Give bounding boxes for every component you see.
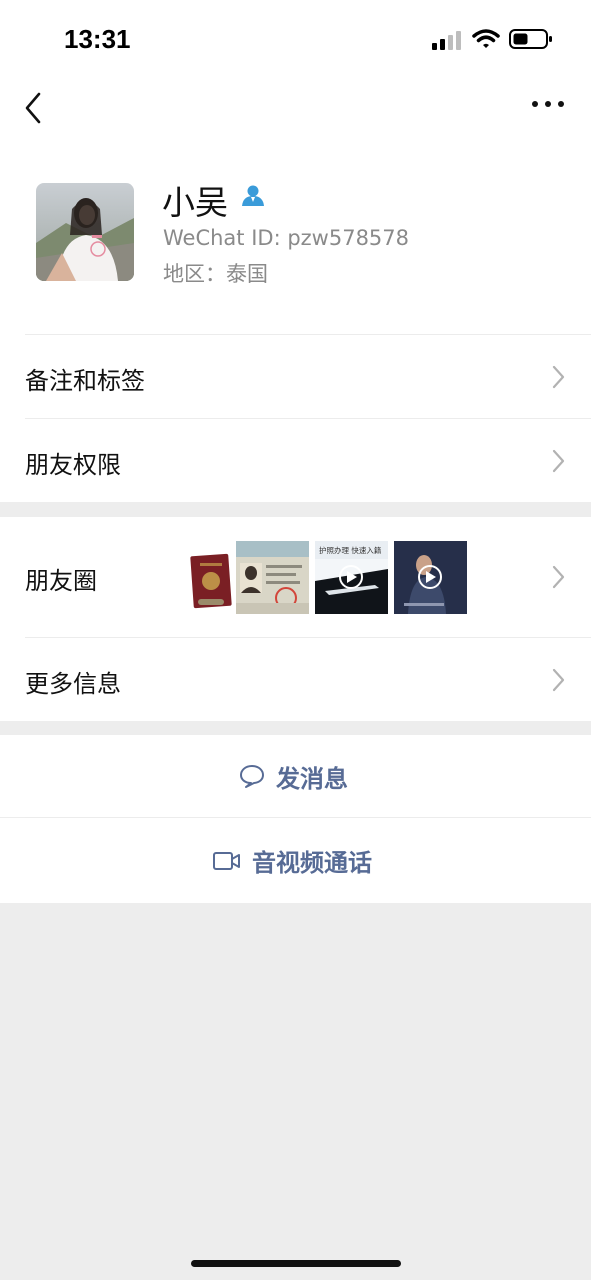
send-message-button[interactable]: 发消息 [0, 735, 591, 817]
chat-bubble-icon [240, 765, 264, 788]
cell-remarks-tags[interactable]: 备注和标签 [0, 335, 591, 418]
home-indicator [191, 1260, 401, 1267]
profile-name: 小吴 [162, 183, 228, 222]
wifi-icon [472, 29, 500, 48]
cell-label-remarks-tags: 备注和标签 [25, 367, 145, 395]
moments-thumbnail [236, 541, 309, 614]
battery-icon [509, 29, 552, 49]
send-message-label: 发消息 [276, 764, 348, 793]
cell-label-moments: 朋友圈 [25, 567, 97, 595]
cell-moments[interactable]: 朋友圈 护照办理 快速入籍 [0, 517, 591, 637]
signal-icon [432, 31, 461, 50]
region-text: 地区：泰国 [163, 262, 268, 286]
settings-group: 备注和标签 朋友权限 [0, 334, 591, 502]
avatar[interactable] [36, 183, 134, 281]
video-camera-icon [213, 851, 240, 870]
wechat-id-text: WeChat ID: pzw578578 [163, 226, 410, 250]
cell-more-info[interactable]: 更多信息 [0, 638, 591, 721]
chevron-right-icon [552, 565, 565, 589]
cell-label-more-info: 更多信息 [25, 670, 121, 698]
chevron-right-icon [552, 668, 565, 692]
video-caption: 护照办理 快速入籍 [319, 545, 382, 555]
chevron-right-icon [552, 449, 565, 473]
moments-video-thumbnail [394, 541, 467, 614]
chevron-right-icon [552, 365, 565, 389]
video-call-button[interactable]: 音视频通话 [0, 818, 591, 903]
status-bar: 13:31 [0, 0, 591, 80]
moments-thumbnails: 护照办理 快速入籍 [178, 541, 470, 617]
cell-friend-permissions[interactable]: 朋友权限 [0, 419, 591, 502]
more-options-icon[interactable] [530, 96, 566, 112]
friend-badge-icon [242, 185, 264, 206]
nav-bar [0, 80, 591, 140]
cell-label-friend-permissions: 朋友权限 [25, 451, 121, 479]
avatar-image [36, 183, 134, 281]
profile-header: 小吴 WeChat ID: pzw578578 地区：泰国 [0, 140, 591, 334]
social-group: 朋友圈 护照办理 快速入籍 更多信息 [0, 517, 591, 721]
video-call-label: 音视频通话 [252, 849, 372, 877]
moments-video-thumbnail: 护照办理 快速入籍 [315, 541, 388, 614]
status-time: 13:31 [64, 24, 131, 54]
back-icon[interactable] [22, 90, 46, 126]
